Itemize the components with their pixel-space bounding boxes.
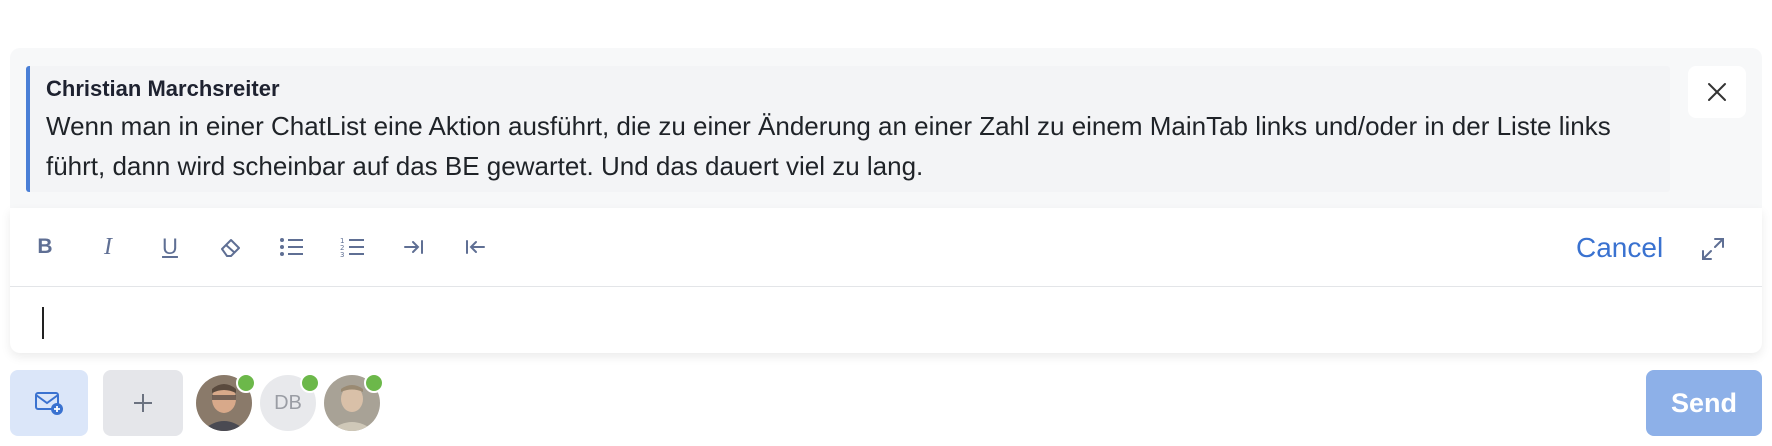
participant-avatar-2[interactable]: DB [260, 373, 320, 431]
bold-button[interactable]: B [22, 224, 68, 270]
bold-icon: B [37, 235, 53, 258]
mail-add-icon [35, 392, 63, 415]
message-editor: B I U 1 2 3 Cancel [10, 208, 1762, 353]
formatting-toolbar: B I U 1 2 3 Cancel [10, 208, 1762, 287]
cancel-button[interactable]: Cancel [1576, 228, 1663, 268]
numbered-list-icon: 1 2 3 [340, 237, 364, 258]
plus-icon [134, 394, 152, 412]
italic-button[interactable]: I [85, 224, 131, 270]
close-quote-button[interactable] [1688, 66, 1746, 118]
outdent-button[interactable] [452, 224, 498, 270]
add-attachment-button[interactable] [103, 370, 183, 436]
bullet-list-button[interactable] [269, 224, 315, 270]
underline-icon: U [162, 234, 178, 259]
quoted-text: Wenn man in einer ChatList eine Aktion a… [46, 111, 1611, 181]
svg-text:3: 3 [340, 251, 344, 258]
text-caret [42, 307, 44, 339]
italic-icon: I [104, 233, 112, 260]
participant-avatar-3[interactable] [324, 373, 384, 431]
close-icon [1708, 83, 1726, 101]
numbered-list-button[interactable]: 1 2 3 [330, 224, 376, 270]
participant-avatar-1[interactable] [196, 373, 256, 431]
bullet-list-icon [280, 238, 303, 256]
indent-button[interactable] [391, 224, 437, 270]
quoted-message: Christian Marchsreiter Wenn man in einer… [26, 66, 1670, 192]
online-indicator [364, 373, 384, 393]
clear-formatting-button[interactable] [208, 224, 254, 270]
indent-icon [404, 240, 423, 254]
outdent-icon [466, 240, 485, 254]
online-indicator [236, 373, 256, 393]
message-input[interactable] [10, 287, 1762, 353]
email-mode-button[interactable] [10, 370, 88, 436]
eraser-icon [221, 239, 240, 257]
underline-button[interactable]: U [147, 224, 193, 270]
send-button[interactable]: Send [1646, 370, 1762, 436]
quoted-author: Christian Marchsreiter [46, 76, 280, 101]
expand-icon [1702, 238, 1724, 260]
online-indicator [300, 373, 320, 393]
expand-editor-button[interactable] [1690, 226, 1736, 272]
